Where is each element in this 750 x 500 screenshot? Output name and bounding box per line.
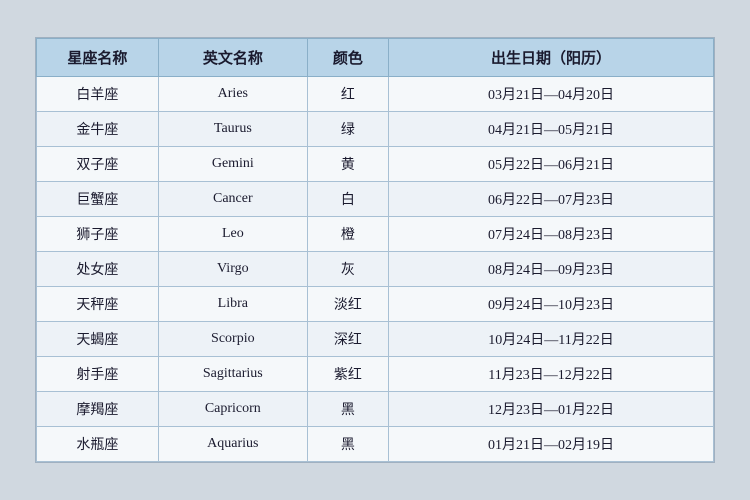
cell-chinese: 金牛座 [37,112,159,147]
cell-color: 橙 [307,217,388,252]
table-row: 水瓶座Aquarius黑01月21日—02月19日 [37,427,714,462]
table-row: 处女座Virgo灰08月24日—09月23日 [37,252,714,287]
cell-date: 05月22日—06月21日 [389,147,714,182]
table-row: 天蝎座Scorpio深红10月24日—11月22日 [37,322,714,357]
cell-chinese: 双子座 [37,147,159,182]
table-row: 天秤座Libra淡红09月24日—10月23日 [37,287,714,322]
cell-english: Leo [158,217,307,252]
cell-color: 黑 [307,392,388,427]
table-row: 狮子座Leo橙07月24日—08月23日 [37,217,714,252]
table-row: 摩羯座Capricorn黑12月23日—01月22日 [37,392,714,427]
cell-color: 绿 [307,112,388,147]
cell-chinese: 白羊座 [37,77,159,112]
cell-english: Scorpio [158,322,307,357]
table-header-row: 星座名称 英文名称 颜色 出生日期（阳历） [37,39,714,77]
cell-english: Libra [158,287,307,322]
cell-date: 03月21日—04月20日 [389,77,714,112]
cell-color: 淡红 [307,287,388,322]
cell-english: Sagittarius [158,357,307,392]
cell-date: 10月24日—11月22日 [389,322,714,357]
cell-color: 黑 [307,427,388,462]
cell-chinese: 处女座 [37,252,159,287]
cell-chinese: 摩羯座 [37,392,159,427]
cell-color: 黄 [307,147,388,182]
table-row: 双子座Gemini黄05月22日—06月21日 [37,147,714,182]
cell-date: 07月24日—08月23日 [389,217,714,252]
cell-english: Gemini [158,147,307,182]
cell-chinese: 巨蟹座 [37,182,159,217]
cell-chinese: 射手座 [37,357,159,392]
table-row: 白羊座Aries红03月21日—04月20日 [37,77,714,112]
cell-english: Aquarius [158,427,307,462]
cell-color: 白 [307,182,388,217]
cell-chinese: 天秤座 [37,287,159,322]
header-color: 颜色 [307,39,388,77]
table-row: 巨蟹座Cancer白06月22日—07月23日 [37,182,714,217]
cell-date: 12月23日—01月22日 [389,392,714,427]
cell-color: 紫红 [307,357,388,392]
cell-date: 01月21日—02月19日 [389,427,714,462]
cell-chinese: 水瓶座 [37,427,159,462]
cell-date: 06月22日—07月23日 [389,182,714,217]
cell-chinese: 狮子座 [37,217,159,252]
cell-english: Taurus [158,112,307,147]
cell-date: 11月23日—12月22日 [389,357,714,392]
cell-english: Virgo [158,252,307,287]
zodiac-table: 星座名称 英文名称 颜色 出生日期（阳历） 白羊座Aries红03月21日—04… [36,38,714,462]
cell-color: 红 [307,77,388,112]
header-english: 英文名称 [158,39,307,77]
zodiac-table-container: 星座名称 英文名称 颜色 出生日期（阳历） 白羊座Aries红03月21日—04… [35,37,715,463]
table-row: 射手座Sagittarius紫红11月23日—12月22日 [37,357,714,392]
cell-color: 灰 [307,252,388,287]
cell-english: Aries [158,77,307,112]
cell-english: Cancer [158,182,307,217]
header-date: 出生日期（阳历） [389,39,714,77]
cell-date: 08月24日—09月23日 [389,252,714,287]
table-row: 金牛座Taurus绿04月21日—05月21日 [37,112,714,147]
cell-color: 深红 [307,322,388,357]
cell-english: Capricorn [158,392,307,427]
cell-date: 04月21日—05月21日 [389,112,714,147]
cell-chinese: 天蝎座 [37,322,159,357]
header-chinese: 星座名称 [37,39,159,77]
cell-date: 09月24日—10月23日 [389,287,714,322]
